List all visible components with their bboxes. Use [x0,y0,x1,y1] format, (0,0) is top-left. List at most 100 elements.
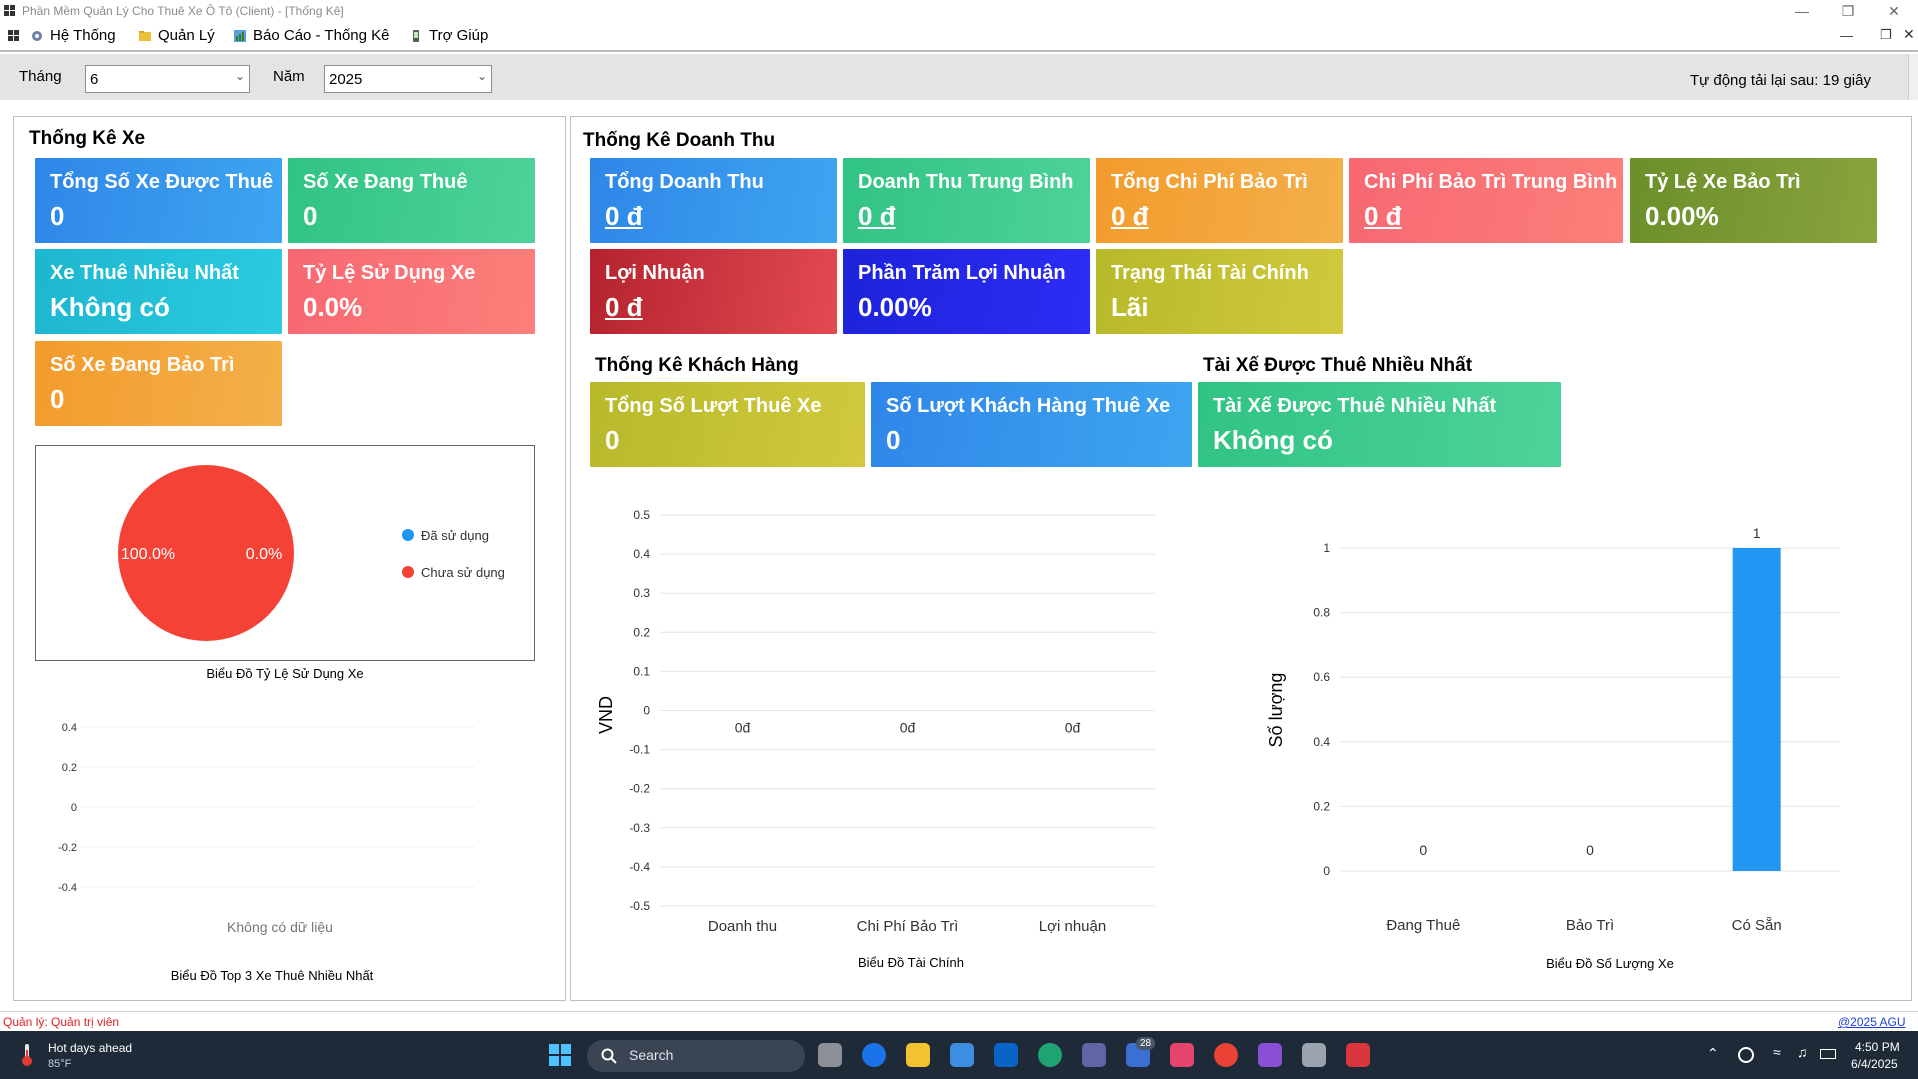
no-data-text: Không có dữ liệu [227,919,333,935]
card-value: 0.0% [303,292,363,322]
bar-value-label: 0đ [735,720,751,736]
card-value: Lãi [1111,292,1149,322]
weather-title[interactable]: Hot days ahead [48,1041,132,1055]
maximize-button[interactable]: ❐ [1828,0,1868,22]
top3-chart-title: Biểu Đồ Top 3 Xe Thuê Nhiều Nhất [171,968,374,983]
app-window-icon[interactable] [1302,1043,1326,1067]
y-tick-label: 0.8 [1313,606,1330,620]
menu-bar: Hệ Thống Quản Lý Báo Cáo - Thống Kê Trợ … [0,22,1918,52]
card-financial-status: Trạng Thái Tài Chính Lãi [1096,249,1343,334]
edge-icon[interactable] [1038,1043,1062,1067]
zalo-icon[interactable] [862,1043,886,1067]
mdi-close-button[interactable]: ✕ [1903,26,1915,43]
card-average-maintenance-cost: Chi Phí Bảo Trì Trung Bình 0 đ [1349,158,1623,243]
card-customer-rentals: Số Lượt Khách Hàng Thuê Xe 0 [871,382,1192,467]
card-title: Tỷ Lệ Xe Bảo Trì [1645,171,1801,193]
figma-icon[interactable] [1170,1043,1194,1067]
bar-value-label: 1 [1753,525,1761,541]
card-value: 0 đ [605,292,643,322]
close-window-button[interactable]: ✕ [1874,0,1914,22]
mdi-child-icon [8,30,19,41]
x-category-label: Doanh thu [708,918,777,935]
sync-icon[interactable] [1738,1047,1754,1063]
folder-icon [139,30,151,41]
menu-bao-cao-thong-ke[interactable]: Báo Cáo - Thống Kê [233,27,389,44]
legend-marker-da-su-dung [402,529,414,541]
card-title: Chi Phí Bảo Trì Trung Bình [1364,171,1618,193]
teams-icon[interactable] [1082,1043,1106,1067]
taskbar-search-box[interactable]: Search [587,1040,805,1072]
mdi-restore-button[interactable]: ❐ [1880,27,1892,43]
card-average-revenue: Doanh Thu Trung Bình 0 đ [843,158,1090,243]
search-icon [601,1048,617,1064]
wifi-icon[interactable]: ≈ [1773,1044,1781,1060]
volume-icon[interactable]: ♫ [1797,1044,1808,1060]
card-total-rented-cars: Tổng Số Xe Được Thuê 0 [35,158,282,243]
menu-tro-giup[interactable]: Trợ Giúp [409,27,488,44]
teams-badge: 28 [1136,1037,1156,1050]
card-title: Số Xe Đang Thuê [303,171,468,193]
year-label: Năm [273,68,305,85]
mdi-minimize-button[interactable]: — [1840,28,1853,43]
task-view-icon[interactable] [818,1043,842,1067]
rental-app-icon[interactable] [1346,1043,1370,1067]
battery-icon[interactable] [1820,1049,1836,1059]
card-value: Không có [50,292,170,322]
card-value: 0.00% [1645,201,1719,231]
visual-studio-icon[interactable] [1258,1043,1282,1067]
card-total-maintenance-cost: Tổng Chi Phí Bảo Trì 0 đ [1096,158,1343,243]
y-tick-label: -0.2 [629,782,650,796]
year-select[interactable]: 2025 ⌄ [324,65,492,93]
card-value: 0 đ [1364,201,1402,231]
y-tick-label: 0.2 [1313,799,1330,813]
car-stats-title: Thống Kê Xe [29,128,146,149]
card-car-usage-rate: Tỷ Lệ Sử Dụng Xe 0.0% [288,249,535,334]
pie-chart-frame: 100.0% 0.0% Đã sử dụng Chưa sử dụng [35,445,535,661]
minimize-button[interactable]: — [1782,0,1822,22]
menu-he-thong[interactable]: Hệ Thống [30,27,116,44]
copyright-link[interactable]: @2025 AGU [1838,1015,1906,1029]
microsoft-store-icon[interactable] [950,1043,974,1067]
x-category-label: Đang Thuê [1386,917,1460,934]
chevron-down-icon: ⌄ [476,69,487,83]
x-category-label: Có Sẵn [1732,917,1782,934]
y-tick-label: 1 [1323,541,1330,555]
year-select-value: 2025 [329,71,363,88]
card-title: Tổng Số Xe Được Thuê [50,171,274,193]
customer-stats-title: Thống Kê Khách Hàng [595,355,799,376]
scrollbar[interactable] [1908,54,1918,100]
y-tick-label: 0.3 [633,586,650,600]
card-value: 0 [886,425,901,455]
y-tick-label: 0 [643,704,650,718]
file-explorer-icon[interactable] [906,1043,930,1067]
outlook-icon[interactable] [994,1043,1018,1067]
filter-bar: Tháng 6 ⌄ Năm 2025 ⌄ Tự động tải lại sau… [0,54,1918,100]
card-value: 0 đ [858,201,896,231]
y-tick-label: 0.4 [1313,735,1330,749]
windows-taskbar: Hot days ahead 85°F Search 28 ⌃ ≈ ♫ 4:50… [0,1031,1918,1079]
y-tick-label: -0.2 [58,842,77,854]
taskbar-date[interactable]: 6/4/2025 [1851,1057,1898,1071]
card-title: Số Xe Đang Bảo Trì [50,354,235,376]
windows-start-icon[interactable] [549,1044,571,1066]
menu-label: Báo Cáo - Thống Kê [253,27,390,44]
bar-value-label: 0đ [1065,720,1081,736]
y-tick-label: 0.2 [62,762,77,774]
bar-value-label: 0 [1419,842,1427,858]
card-value: Không có [1213,425,1333,455]
card-profit: Lợi Nhuận 0 đ [590,249,837,334]
financial-chart: 0.5 0.4 0.3 0.2 0.1 0 -0.1 -0.2 -0.3 -0.4 -0.5 0đ 0… [596,508,1155,970]
chrome-icon[interactable] [1214,1043,1238,1067]
month-select[interactable]: 6 ⌄ [85,65,250,93]
x-category-label: Lợi nhuận [1039,918,1106,935]
driver-stats-title: Tài Xế Được Thuê Nhiều Nhất [1203,355,1473,376]
menu-quan-ly[interactable]: Quản Lý [138,27,215,44]
chevron-up-icon[interactable]: ⌃ [1707,1045,1719,1062]
month-label: Tháng [19,68,62,85]
month-select-value: 6 [90,71,99,88]
pie-label-chua-su-dung: 100.0% [121,546,175,563]
top3-cars-chart: 0.4 0.2 0 -0.2 -0.4 Không có dữ liệu Biểu Đồ… [58,722,475,983]
taskbar-time[interactable]: 4:50 PM [1855,1040,1900,1054]
usage-pie-chart: 100.0% 0.0% Đã sử dụng Chưa sử dụng [118,465,505,641]
financial-y-axis-label: VND [596,696,616,734]
